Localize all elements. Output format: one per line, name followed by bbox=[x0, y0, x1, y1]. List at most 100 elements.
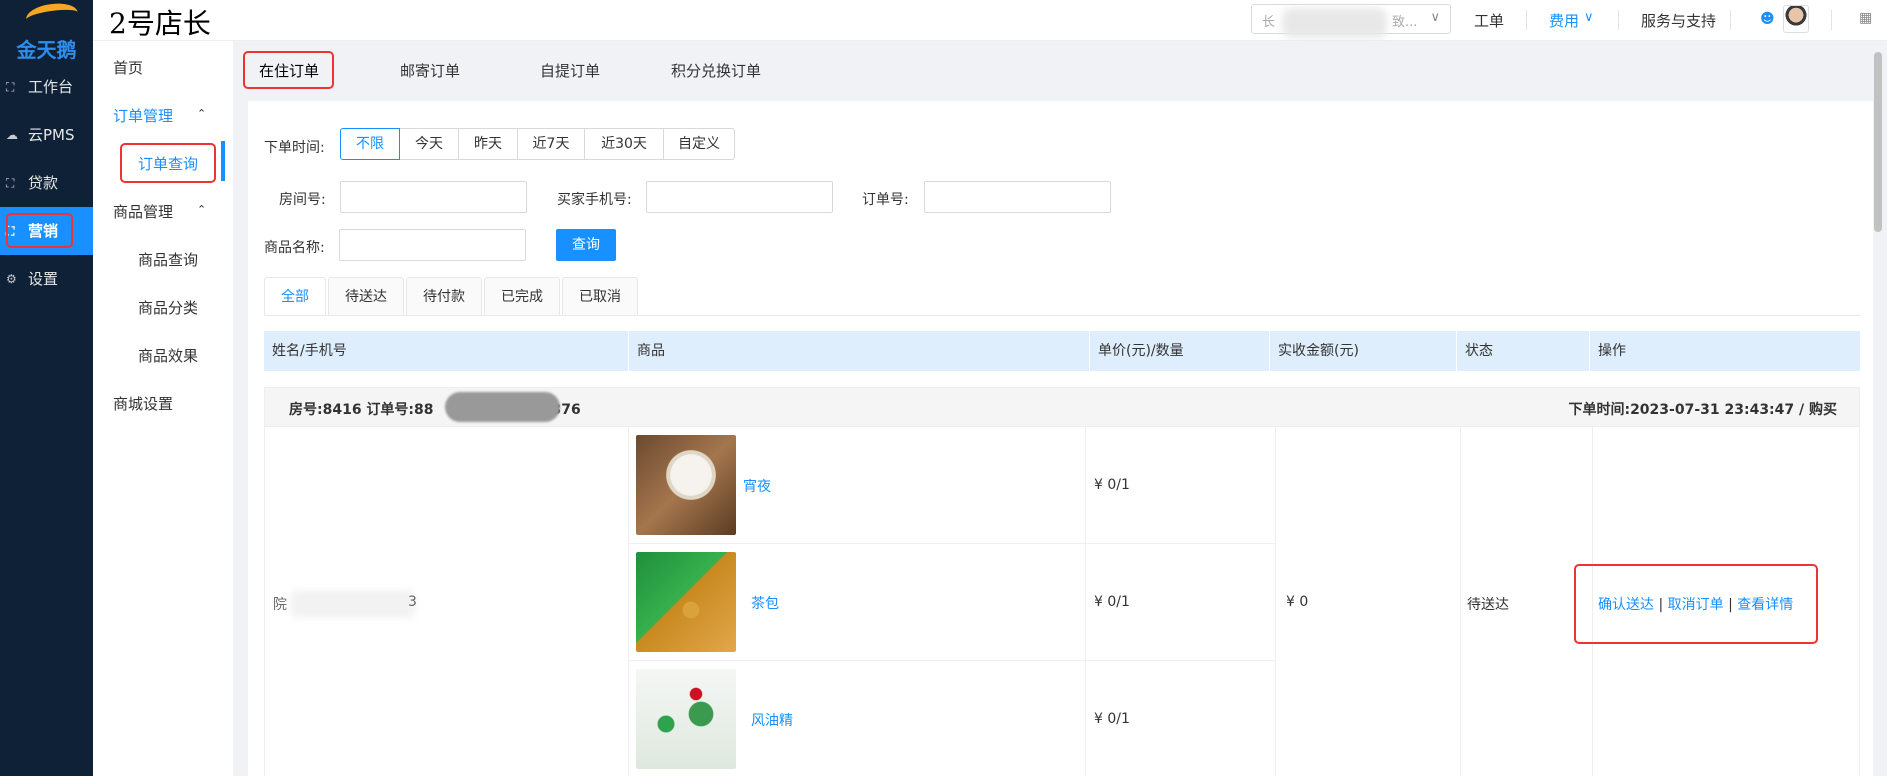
tab-in-house-orders[interactable]: 在住订单 bbox=[259, 60, 319, 81]
subnav-item-mall-settings[interactable]: 商城设置 bbox=[113, 393, 173, 414]
left-navigation: 金天鹅 ⛶ 工作台 ☁ 云PMS ⛶ 贷款 ⛶ 营销 ⚙ 设置 bbox=[0, 0, 93, 776]
subnav-item-goods-effect[interactable]: 商品效果 bbox=[138, 345, 198, 366]
avatar[interactable] bbox=[1783, 5, 1809, 33]
product-image-late-snack bbox=[636, 435, 736, 535]
store-select-text-suffix: 致... bbox=[1392, 15, 1418, 30]
nav-item-marketing[interactable]: ⛶ 营销 bbox=[0, 207, 93, 255]
row-divider bbox=[628, 660, 1275, 661]
tab-pickup-orders[interactable]: 自提订单 bbox=[540, 60, 600, 81]
logo: 金天鹅 bbox=[0, 0, 93, 62]
status-tab-completed[interactable]: 已完成 bbox=[484, 277, 560, 315]
fees-link[interactable]: 费用 bbox=[1549, 10, 1579, 31]
product-name[interactable]: 风油精 bbox=[751, 710, 793, 730]
order-type-tabs: 在住订单 邮寄订单 自提订单 积分兑换订单 bbox=[233, 41, 1873, 97]
subnav-item-order-query[interactable]: 订单查询 bbox=[138, 153, 198, 174]
subnav-item-home[interactable]: 首页 bbox=[113, 57, 143, 78]
store-select[interactable]: 长 致... ∨ bbox=[1251, 4, 1451, 38]
ticket-link[interactable]: 工单 bbox=[1474, 10, 1504, 31]
view-details-link[interactable]: 查看详情 bbox=[1737, 597, 1793, 613]
query-button[interactable]: 查询 bbox=[556, 229, 616, 261]
redacted-region bbox=[1282, 8, 1387, 38]
divider bbox=[1730, 10, 1731, 30]
nav-item-cloud-pms[interactable]: ☁ 云PMS bbox=[0, 111, 93, 159]
chevron-down-icon: ∨ bbox=[1430, 10, 1440, 25]
cancel-order-link[interactable]: 取消订单 bbox=[1668, 597, 1724, 613]
column-header: 商品 bbox=[628, 331, 1089, 371]
nav-label: 设置 bbox=[28, 270, 59, 288]
nav-item-loan[interactable]: ⛶ 贷款 bbox=[0, 159, 93, 207]
store-select-text: 长 bbox=[1262, 15, 1276, 30]
brand-title: 2号店长 bbox=[109, 7, 211, 40]
redacted-region bbox=[445, 392, 560, 422]
column-divider bbox=[1275, 427, 1276, 776]
column-header: 实收金额(元) bbox=[1269, 331, 1456, 371]
order-actions: 确认送达 | 取消订单 | 查看详情 bbox=[1598, 594, 1793, 614]
column-header: 单价(元)/数量 bbox=[1089, 331, 1269, 371]
tab-mail-orders[interactable]: 邮寄订单 bbox=[400, 60, 460, 81]
goods-name-input[interactable] bbox=[339, 229, 526, 261]
buyer-name-suffix: 3 bbox=[408, 594, 417, 610]
cloud-icon: ☁ bbox=[6, 128, 18, 142]
nav-label: 工作台 bbox=[28, 78, 74, 96]
support-link[interactable]: 服务与支持 bbox=[1641, 10, 1716, 31]
product-name[interactable]: 宵夜 bbox=[743, 476, 771, 496]
table-header: 姓名/手机号 商品 单价(元)/数量 实收金额(元) 状态 操作 bbox=[264, 331, 1860, 371]
status-tab-pending-delivery[interactable]: 待送达 bbox=[328, 277, 404, 315]
order-no-label: 订单号: bbox=[862, 192, 909, 208]
gear-icon: ⚙ bbox=[6, 272, 17, 286]
time-filter-all[interactable]: 不限 bbox=[340, 128, 400, 160]
goods-name-label: 商品名称: bbox=[264, 240, 325, 256]
active-indicator bbox=[221, 141, 225, 181]
column-divider bbox=[1592, 427, 1593, 776]
sub-navigation: 首页 订单管理 ⌃ 订单查询 商品管理 ⌃ 商品查询 商品分类 商品效果 商城设… bbox=[93, 41, 233, 776]
time-filter-yesterday[interactable]: 昨天 bbox=[458, 128, 518, 160]
nav-label: 贷款 bbox=[28, 174, 59, 192]
subnav-item-goods-category[interactable]: 商品分类 bbox=[138, 297, 198, 318]
product-name[interactable]: 茶包 bbox=[751, 593, 779, 613]
product-image-tea-bag bbox=[636, 552, 736, 652]
subnav-group-goods-mgmt[interactable]: 商品管理 bbox=[113, 201, 173, 222]
scrollbar[interactable] bbox=[1874, 52, 1882, 232]
nav-item-workbench[interactable]: ⛶ 工作台 bbox=[0, 63, 93, 111]
product-image-balm-oil bbox=[636, 669, 736, 769]
loan-icon: ⛶ bbox=[6, 176, 15, 190]
time-filter-today[interactable]: 今天 bbox=[399, 128, 459, 160]
status-text: 待送达 bbox=[1467, 597, 1509, 613]
order-time-label: 下单时间: bbox=[264, 140, 325, 156]
order-info-row: 房号:8416 订单号:88 376 下单时间:2023-07-31 23:43:… bbox=[264, 387, 1860, 427]
order-time: 下单时间:2023-07-31 23:43:47 / 购买 bbox=[1568, 402, 1837, 418]
grid-icon[interactable]: ▦ bbox=[1859, 10, 1872, 26]
active-tab-underline bbox=[249, 87, 325, 89]
divider bbox=[1526, 10, 1527, 30]
row-divider bbox=[628, 543, 1275, 544]
status-tab-all[interactable]: 全部 bbox=[264, 277, 326, 315]
phone-input[interactable] bbox=[646, 181, 833, 213]
status-tab-pending-payment[interactable]: 待付款 bbox=[406, 277, 482, 315]
phone-label: 买家手机号: bbox=[557, 192, 632, 208]
order-no-input[interactable] bbox=[924, 181, 1111, 213]
actual-amount: ¥ 0 bbox=[1286, 594, 1309, 610]
separator: | bbox=[1728, 597, 1733, 613]
user-icon[interactable]: ☻ bbox=[1760, 11, 1775, 27]
column-divider bbox=[628, 427, 629, 776]
time-filter-7days[interactable]: 近7天 bbox=[517, 128, 585, 160]
column-divider bbox=[1085, 427, 1086, 776]
nav-label: 云PMS bbox=[28, 126, 75, 144]
status-tabs-divider bbox=[264, 315, 1860, 316]
chevron-up-icon[interactable]: ⌃ bbox=[197, 107, 206, 120]
subnav-item-goods-query[interactable]: 商品查询 bbox=[138, 249, 198, 270]
chevron-up-icon[interactable]: ⌃ bbox=[197, 203, 206, 216]
separator: | bbox=[1658, 597, 1664, 613]
room-label: 房间号: bbox=[279, 192, 326, 208]
unit-price-quantity: ¥ 0/1 bbox=[1094, 711, 1130, 727]
divider bbox=[1618, 10, 1619, 30]
nav-item-settings[interactable]: ⚙ 设置 bbox=[0, 255, 93, 303]
tab-points-orders[interactable]: 积分兑换订单 bbox=[671, 60, 761, 81]
subnav-group-order-mgmt[interactable]: 订单管理 bbox=[113, 105, 173, 126]
time-filter-custom[interactable]: 自定义 bbox=[663, 128, 735, 160]
room-input[interactable] bbox=[340, 181, 527, 213]
status-tab-cancelled[interactable]: 已取消 bbox=[562, 277, 638, 315]
time-filter-30days[interactable]: 近30天 bbox=[584, 128, 664, 160]
logo-swoosh-icon bbox=[24, 0, 80, 32]
confirm-delivery-link[interactable]: 确认送达 bbox=[1598, 597, 1654, 613]
